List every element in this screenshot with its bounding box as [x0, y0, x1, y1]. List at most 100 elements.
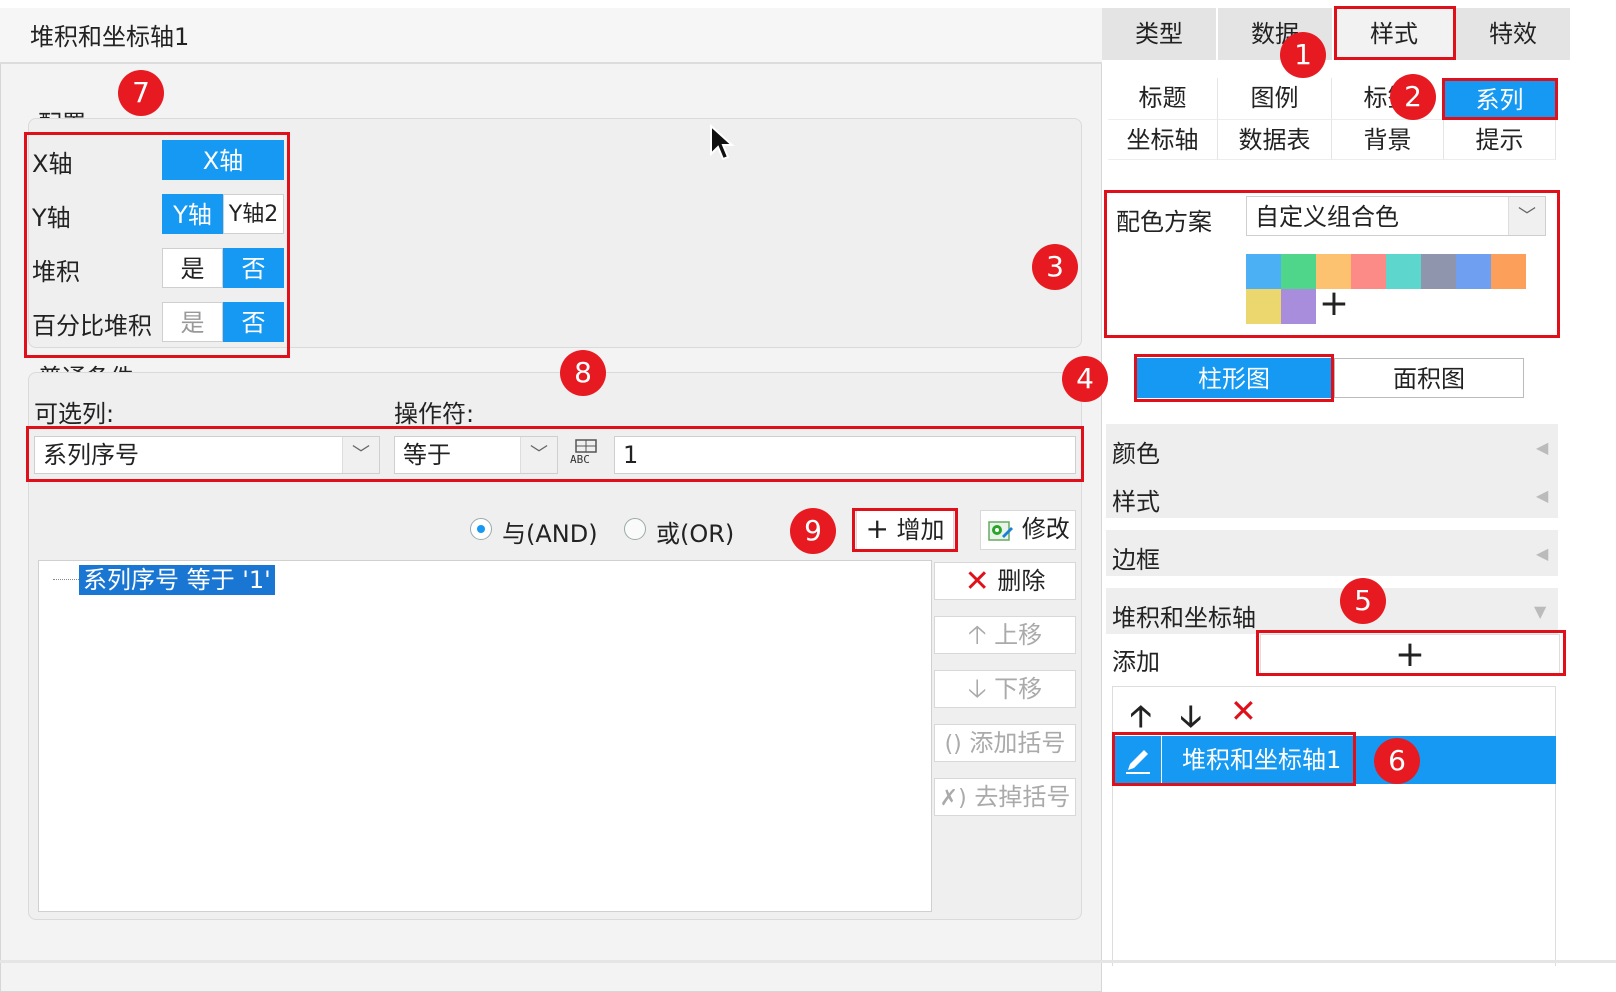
delete-label: 删除 [997, 567, 1046, 595]
chart-type-bar[interactable]: 柱形图 [1136, 358, 1332, 398]
operator-select-value: 等于 [403, 441, 451, 469]
subtab-axis[interactable]: 坐标轴 [1108, 120, 1218, 160]
tab-type[interactable]: 类型 [1102, 8, 1218, 60]
badge-5: 5 [1340, 578, 1386, 624]
stack-no[interactable]: 否 [223, 248, 284, 288]
delete-button[interactable]: ✕ 删除 [934, 562, 1076, 600]
add-color-plus-icon[interactable]: + [1316, 286, 1352, 322]
remove-paren-icon: ✗) [939, 786, 967, 811]
plus-icon: + [865, 512, 889, 545]
color-swatch[interactable] [1246, 289, 1281, 324]
chevron-down-icon[interactable]: ﹀ [520, 437, 557, 473]
stack-yes[interactable]: 是 [162, 248, 223, 288]
color-swatch[interactable] [1386, 254, 1421, 289]
chart-type-area[interactable]: 面积图 [1334, 358, 1524, 398]
tab-style[interactable]: 样式 [1334, 8, 1456, 60]
subtab-tooltip[interactable]: 提示 [1444, 120, 1556, 160]
operator-select[interactable]: 等于 ﹀ [394, 436, 558, 474]
delete-x-icon: ✕ [964, 564, 990, 599]
remove-paren-label: 去掉括号 [974, 783, 1071, 811]
stack-axis-list [1112, 686, 1556, 966]
remove-paren-button[interactable]: ✗) 去掉括号 [934, 778, 1076, 816]
move-up-button[interactable]: 🡡 上移 [934, 616, 1076, 654]
color-swatch[interactable] [1456, 254, 1491, 289]
color-swatches [1246, 254, 1536, 328]
column-select-value: 系列序号 [43, 441, 139, 469]
subtab-background[interactable]: 背景 [1332, 120, 1444, 160]
y-axis-option-1[interactable]: Y轴 [162, 194, 223, 234]
section-style[interactable]: 样式 [1112, 482, 1160, 517]
value-type-text: ABC [570, 453, 590, 466]
expand-down-icon[interactable]: ▼ [1534, 602, 1546, 621]
color-scheme-label: 配色方案 [1116, 208, 1212, 236]
edit-pencil-icon[interactable] [1114, 736, 1162, 784]
add-stack-axis-button[interactable]: + [1260, 634, 1560, 675]
badge-4: 4 [1062, 356, 1108, 402]
color-swatch[interactable] [1281, 254, 1316, 289]
badge-3: 3 [1032, 244, 1078, 290]
arrow-down-icon: 🡣 [967, 674, 987, 704]
subtab-legend[interactable]: 图例 [1218, 78, 1332, 120]
section-color[interactable]: 颜色 [1112, 434, 1160, 469]
color-swatch[interactable] [1351, 254, 1386, 289]
move-down-button[interactable]: 🡣 下移 [934, 670, 1076, 708]
arrow-up-icon: 🡡 [967, 620, 987, 650]
subtab-series[interactable]: 系列 [1444, 80, 1556, 118]
condition-list[interactable]: 系列序号 等于 '1' [38, 560, 932, 912]
percent-stack-no[interactable]: 否 [223, 302, 284, 342]
badge-6: 6 [1374, 738, 1420, 784]
chevron-down-icon[interactable]: ﹀ [1508, 197, 1545, 235]
section-border[interactable]: 边框 [1112, 540, 1160, 575]
modify-condition-button[interactable]: 修改 [980, 510, 1076, 550]
y-axis-option-2[interactable]: Y轴2 [223, 194, 284, 234]
chevron-down-icon[interactable]: ﹀ [342, 437, 379, 473]
mouse-cursor-icon [710, 124, 735, 161]
color-swatch[interactable] [1491, 254, 1526, 289]
stack-axis-item-label: 堆积和坐标轴1 [1182, 746, 1342, 774]
add-paren-button[interactable]: () 添加括号 [934, 724, 1076, 762]
collapse-left-icon[interactable]: ◀ [1536, 486, 1548, 505]
badge-8: 8 [560, 350, 606, 396]
or-label: 或(OR) [656, 520, 735, 548]
color-scheme-value: 自定义组合色 [1255, 203, 1399, 231]
and-radio[interactable] [470, 518, 492, 540]
percent-stack-yes[interactable]: 是 [162, 302, 223, 342]
move-up-label: 上移 [994, 621, 1043, 649]
color-swatch[interactable] [1421, 254, 1456, 289]
column-select[interactable]: 系列序号 ﹀ [34, 436, 380, 474]
badge-1: 1 [1280, 32, 1326, 78]
condition-list-item[interactable]: 系列序号 等于 '1' [79, 565, 275, 595]
stack-label: 堆积 [32, 258, 80, 286]
operator-label: 操作符: [394, 400, 475, 428]
column-label: 可选列: [34, 400, 115, 428]
value-input[interactable]: 1 [614, 436, 1076, 474]
add-condition-label: 增加 [896, 516, 945, 544]
subtab-title[interactable]: 标题 [1108, 78, 1218, 120]
badge-2: 2 [1390, 74, 1436, 120]
move-down-label: 下移 [994, 675, 1043, 703]
section-color-style [1106, 424, 1558, 518]
add-condition-button[interactable]: + 增加 [856, 510, 954, 550]
and-label: 与(AND) [502, 520, 598, 548]
x-axis-option[interactable]: X轴 [162, 140, 284, 180]
or-radio[interactable] [624, 518, 646, 540]
color-swatch[interactable] [1246, 254, 1281, 289]
value-type-button[interactable]: ABC [566, 436, 606, 474]
y-axis-label: Y轴 [32, 204, 71, 232]
color-swatch[interactable] [1281, 289, 1316, 324]
add-paren-label: 添加括号 [969, 729, 1066, 757]
bottom-divider [0, 960, 1616, 963]
dialog-title: 堆积和坐标轴1 [0, 8, 1102, 64]
collapse-left-icon[interactable]: ◀ [1536, 544, 1548, 563]
delete-x-icon[interactable]: ✕ [1230, 692, 1257, 730]
paren-icon: () [944, 732, 962, 757]
collapse-left-icon[interactable]: ◀ [1536, 438, 1548, 457]
modify-condition-label: 修改 [1021, 515, 1070, 543]
tab-effects[interactable]: 特效 [1456, 8, 1570, 60]
section-stack-axis[interactable]: 堆积和坐标轴 [1112, 598, 1256, 633]
subtab-datatable[interactable]: 数据表 [1218, 120, 1332, 160]
badge-7: 7 [118, 70, 164, 116]
color-scheme-select[interactable]: 自定义组合色 ﹀ [1246, 196, 1546, 236]
add-label: 添加 [1112, 648, 1160, 676]
x-axis-label: X轴 [32, 150, 73, 178]
